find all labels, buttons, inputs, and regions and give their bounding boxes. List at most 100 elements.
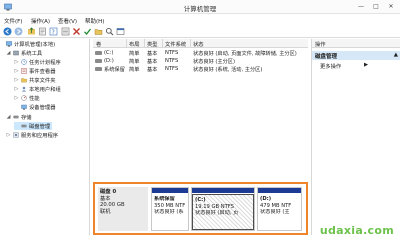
expand-arrow-icon[interactable]: ▷ bbox=[14, 59, 19, 65]
chevron-right-icon[interactable]: ▶ bbox=[364, 62, 368, 68]
properties-icon[interactable] bbox=[38, 27, 47, 36]
cell-filesystem: NTFS bbox=[165, 58, 179, 64]
tree-item-label: 系统工具 bbox=[21, 51, 43, 57]
partition-bar bbox=[152, 188, 188, 193]
tree-item-device-manager[interactable]: 设备管理器 bbox=[14, 103, 56, 111]
partition-c[interactable]: (C:) 19.19 GB NTFS 状态良好 (启动, 页 bbox=[191, 187, 255, 231]
tree-item-services-apps[interactable]: ▷ 服务和应用程序 bbox=[6, 131, 59, 139]
tree-item-label: 本地用户和组 bbox=[29, 87, 61, 93]
watermark-logo: udaxia.com bbox=[319, 224, 394, 237]
disk-state: 联机 bbox=[100, 208, 111, 215]
column-filesystem[interactable]: 文件系统 bbox=[165, 40, 186, 48]
partition-body: (C:) 19.19 GB NTFS 状态良好 (启动, 页 bbox=[192, 194, 254, 230]
column-layout[interactable]: 布局 bbox=[129, 40, 140, 48]
disk-info[interactable]: 磁盘 0 基本 20.00 GB 联机 bbox=[98, 187, 148, 231]
tree-item-label: 服务和应用程序 bbox=[21, 133, 59, 139]
column-separator[interactable] bbox=[144, 39, 145, 48]
services-icon bbox=[13, 132, 19, 138]
device-manager-icon bbox=[21, 104, 27, 110]
partition-status: 状态良好 (系 bbox=[154, 209, 184, 215]
storage-icon bbox=[13, 115, 19, 119]
tree-item-label: 设备管理器 bbox=[29, 105, 56, 111]
column-status[interactable]: 状态 bbox=[193, 40, 204, 48]
tree-item-label: 磁盘管理 bbox=[29, 124, 51, 130]
console-tree: 计算机管理(本地) ◢ 系统工具 ▷ 任务计划程序 ▷ 事件查看器 ▷ 共享文件… bbox=[4, 39, 90, 235]
event-log-icon bbox=[21, 68, 27, 74]
maximize-button[interactable]: □ bbox=[371, 2, 381, 11]
tree-item-event-viewer[interactable]: ▷ 事件查看器 bbox=[14, 67, 56, 75]
title-bar: 计算机管理 — □ ✕ bbox=[0, 0, 400, 14]
view-icon[interactable] bbox=[116, 27, 125, 36]
cell-volume: (C:) bbox=[104, 50, 114, 56]
close-button[interactable]: ✕ bbox=[386, 2, 396, 11]
tree-root-label: 计算机管理(本地) bbox=[14, 42, 56, 48]
partition-bar bbox=[258, 188, 301, 193]
column-type[interactable]: 类型 bbox=[147, 40, 158, 48]
back-icon[interactable] bbox=[3, 27, 12, 36]
column-separator[interactable] bbox=[162, 39, 163, 48]
more-actions-label: 更多操作 bbox=[320, 64, 342, 70]
tree-item-label: 共享文件夹 bbox=[29, 78, 56, 84]
clock-icon bbox=[21, 59, 27, 65]
partition-status: 状态良好 (启动, 页 bbox=[195, 210, 239, 216]
tree-item-local-users[interactable]: ▷ 本地用户和组 bbox=[14, 85, 61, 93]
forward-icon[interactable] bbox=[14, 27, 23, 36]
shared-folder-icon bbox=[21, 78, 27, 83]
expand-arrow-icon[interactable]: ▷ bbox=[14, 86, 19, 92]
menu-file[interactable]: 文件(F) bbox=[4, 17, 22, 25]
tree-item-task-scheduler[interactable]: ▷ 任务计划程序 bbox=[14, 58, 61, 66]
tree-item-label: 事件查看器 bbox=[29, 69, 56, 75]
minimize-button[interactable]: — bbox=[356, 2, 366, 11]
tree-item-label: 存储 bbox=[21, 115, 32, 121]
partition-system-reserved[interactable]: 系统保留 350 MB NTF 状态良好 (系 bbox=[151, 187, 189, 231]
expand-arrow-icon[interactable]: ▷ bbox=[6, 132, 11, 138]
cell-type: 基本 bbox=[147, 59, 158, 65]
tree-item-shared-folders[interactable]: ▷ 共享文件夹 bbox=[14, 76, 56, 84]
disk-graphical-view: 磁盘 0 基本 20.00 GB 联机 系统保留 350 MB NTF 状态良好… bbox=[93, 182, 308, 235]
column-separator[interactable] bbox=[190, 39, 191, 48]
expand-arrow-icon[interactable]: ◢ bbox=[6, 50, 11, 56]
actions-section-disk-management[interactable]: 磁盘管理 ▲ bbox=[312, 51, 400, 60]
tree-item-storage[interactable]: ◢ 存储 bbox=[6, 113, 32, 121]
checkmark-icon[interactable] bbox=[83, 27, 92, 36]
delete-icon[interactable] bbox=[72, 27, 81, 36]
menu-action[interactable]: 操作(A) bbox=[31, 17, 50, 25]
expand-arrow-icon[interactable]: ▷ bbox=[14, 68, 19, 74]
cell-status: 状态良好 (启动, 页面文件, 故障转储, 主分区) bbox=[193, 51, 297, 57]
expand-arrow-icon[interactable]: ▷ bbox=[14, 95, 19, 101]
up-icon[interactable] bbox=[27, 27, 36, 36]
cell-filesystem: NTFS bbox=[165, 66, 179, 72]
actions-section-label: 磁盘管理 bbox=[315, 54, 338, 60]
search-icon[interactable] bbox=[105, 27, 114, 36]
performance-icon bbox=[21, 95, 27, 101]
column-volume[interactable]: 卷 bbox=[96, 40, 101, 48]
collapse-up-icon[interactable]: ▲ bbox=[394, 52, 398, 58]
tree-item-system-tools[interactable]: ◢ 系统工具 bbox=[6, 49, 43, 57]
table-row[interactable]: (D:) 简单 基本 NTFS 状态良好 (主分区) bbox=[93, 57, 308, 65]
computer-icon bbox=[6, 41, 12, 47]
expand-arrow-icon[interactable]: ◢ bbox=[6, 114, 11, 120]
tree-item-performance[interactable]: ▷ 性能 bbox=[14, 94, 40, 102]
menu-help[interactable]: 帮助(H) bbox=[85, 17, 104, 25]
volume-icon bbox=[95, 51, 102, 55]
table-row[interactable]: (C:) 简单 基本 NTFS 状态良好 (启动, 页面文件, 故障转储, 主分… bbox=[93, 49, 308, 57]
volume-list-header: 卷 布局 类型 文件系统 状态 bbox=[93, 39, 308, 48]
cell-status: 状态良好 (主分区) bbox=[193, 59, 236, 65]
menu-view[interactable]: 查看(V) bbox=[58, 17, 77, 25]
folder-open-icon[interactable] bbox=[94, 27, 103, 36]
tree-item-disk-management[interactable]: 磁盘管理 bbox=[14, 122, 53, 130]
help-icon[interactable]: ? bbox=[49, 27, 58, 36]
expand-arrow-icon[interactable]: ▷ bbox=[14, 77, 19, 83]
list-view-icon[interactable] bbox=[61, 27, 70, 36]
svg-text:?: ? bbox=[52, 29, 55, 36]
tools-icon bbox=[13, 50, 19, 56]
table-row[interactable]: 系统保留 简单 基本 NTFS 状态良好 (系统, 活动, 主分区) bbox=[93, 65, 308, 73]
column-separator[interactable] bbox=[126, 39, 127, 48]
partition-d[interactable]: (D:) 479 MB NTF 状态良好 (主 bbox=[257, 187, 302, 231]
partition-bar bbox=[192, 188, 254, 193]
actions-header: 操作 bbox=[312, 39, 400, 48]
toolbar: ? bbox=[0, 25, 400, 38]
more-actions-link[interactable]: 更多操作 ▶ bbox=[320, 62, 368, 70]
tree-root[interactable]: 计算机管理(本地) bbox=[6, 40, 55, 48]
disk-icon bbox=[21, 124, 27, 128]
